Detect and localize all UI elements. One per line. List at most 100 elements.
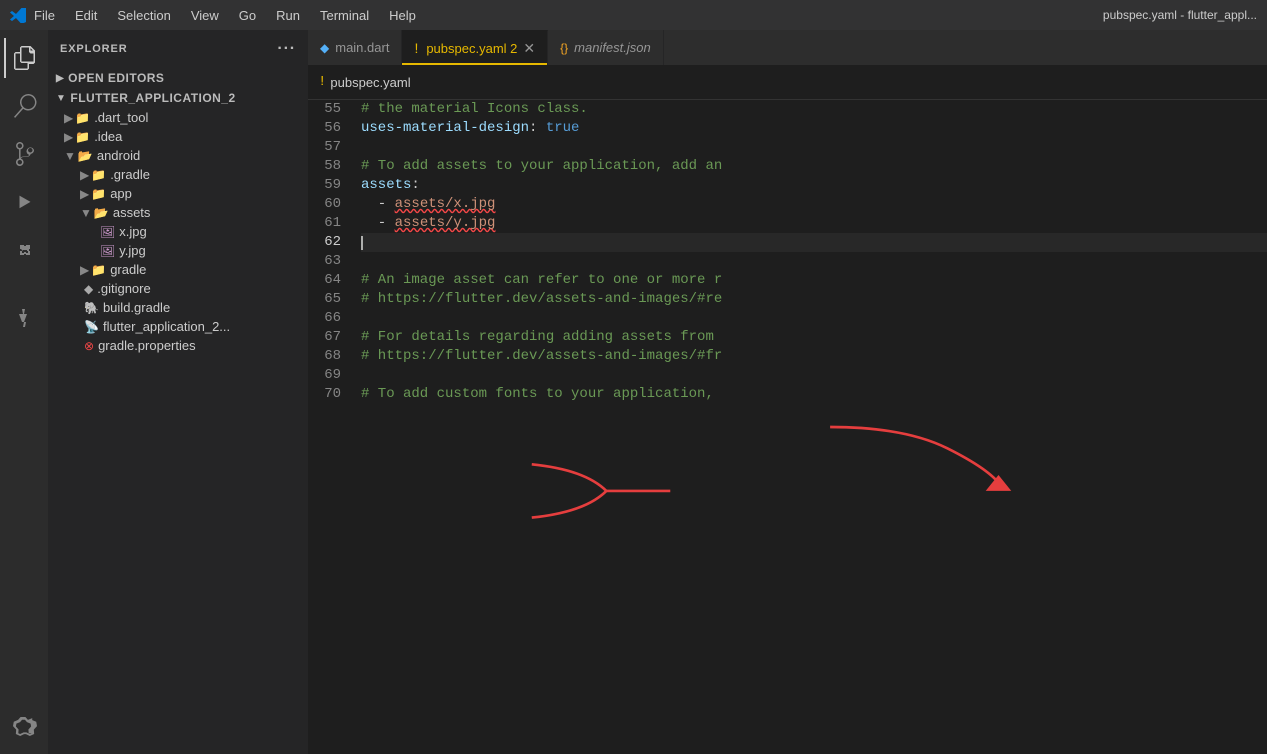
project-header[interactable]: ▼ FLUTTER_APPLICATION_2 bbox=[48, 88, 308, 108]
chevron-down-icon: ▼ bbox=[64, 149, 76, 163]
code-line-59: assets: bbox=[361, 176, 1267, 195]
cursor-62 bbox=[361, 236, 363, 250]
editor-content: 55 56 57 58 59 60 61 62 63 64 65 66 67 6… bbox=[308, 100, 1267, 754]
code-line-63 bbox=[361, 252, 1267, 271]
code-line-65: # https://flutter.dev/assets-and-images/… bbox=[361, 290, 1267, 309]
line-num-61: 61 bbox=[308, 214, 341, 233]
val-56: true bbox=[546, 119, 580, 138]
line-num-69: 69 bbox=[308, 366, 341, 385]
xjpg-label: x.jpg bbox=[119, 224, 308, 239]
chevron-right-icon: ▶ bbox=[80, 263, 89, 277]
yjpg-label: y.jpg bbox=[119, 243, 308, 258]
tab-main-dart[interactable]: ◆ main.dart bbox=[308, 30, 402, 65]
line-num-58: 58 bbox=[308, 157, 341, 176]
line-num-66: 66 bbox=[308, 309, 341, 328]
vscode-logo-icon bbox=[10, 7, 26, 23]
open-editors-header[interactable]: ▶ Open Editors bbox=[48, 68, 308, 88]
tree-item-build-gradle[interactable]: 🐘 build.gradle bbox=[48, 298, 308, 317]
chevron-right-icon: ▶ bbox=[80, 187, 89, 201]
menu-selection[interactable]: Selection bbox=[117, 8, 170, 23]
asset-xjpg: assets/x.jpg bbox=[395, 195, 496, 214]
chevron-right-icon: ▶ bbox=[64, 111, 73, 125]
tree-item-xjpg[interactable]: 🖼 x.jpg bbox=[48, 222, 308, 241]
tree-item-gradle-props[interactable]: ⊗ gradle.properties bbox=[48, 336, 308, 355]
tab-close-pubspec[interactable]: ✕ bbox=[523, 40, 535, 57]
yaml-tab-icon: ! bbox=[414, 40, 418, 56]
activity-remote[interactable] bbox=[4, 706, 44, 746]
active-tab-indicator bbox=[402, 63, 547, 65]
assets-label: assets bbox=[113, 205, 308, 220]
activity-testing[interactable] bbox=[4, 298, 44, 338]
line-num-68: 68 bbox=[308, 347, 341, 366]
tree-item-gradle-folder[interactable]: ▶ 📁 .gradle bbox=[48, 165, 308, 184]
line-num-65: 65 bbox=[308, 290, 341, 309]
line-num-59: 59 bbox=[308, 176, 341, 195]
title-bar: File Edit Selection View Go Run Terminal… bbox=[0, 0, 1267, 30]
gitignore-label: .gitignore bbox=[97, 281, 308, 296]
open-editors-chevron: ▶ bbox=[56, 73, 64, 84]
activity-search[interactable] bbox=[4, 86, 44, 126]
gradle-folder-icon: 📁 bbox=[91, 168, 106, 182]
menu-bar: File Edit Selection View Go Run Terminal… bbox=[34, 8, 416, 23]
diamond-icon: ◆ bbox=[84, 282, 93, 296]
project-section: ▼ FLUTTER_APPLICATION_2 ▶ 📁 .dart_tool ▶… bbox=[48, 88, 308, 355]
line-num-57: 57 bbox=[308, 138, 341, 157]
activity-source-control[interactable] bbox=[4, 134, 44, 174]
tab-pubspec-label: pubspec.yaml 2 bbox=[426, 41, 517, 56]
editor-wrapper: ◆ main.dart ! pubspec.yaml 2 ✕ {} manife… bbox=[308, 30, 1267, 754]
project-chevron: ▼ bbox=[56, 93, 66, 104]
open-editors-label: Open Editors bbox=[68, 71, 164, 85]
folder-icon: 📁 bbox=[75, 130, 90, 144]
tree-item-flutter-app[interactable]: 📡 flutter_application_2... bbox=[48, 317, 308, 336]
dart-tab-icon: ◆ bbox=[320, 41, 329, 55]
menu-file[interactable]: File bbox=[34, 8, 55, 23]
activity-explorer[interactable] bbox=[4, 38, 44, 78]
menu-view[interactable]: View bbox=[191, 8, 219, 23]
tree-item-dart-tool[interactable]: ▶ 📁 .dart_tool bbox=[48, 108, 308, 127]
tab-main-dart-label: main.dart bbox=[335, 40, 389, 55]
menu-terminal[interactable]: Terminal bbox=[320, 8, 369, 23]
tree-item-assets[interactable]: ▼ 📂 assets bbox=[48, 203, 308, 222]
android-folder-icon: 📂 bbox=[78, 149, 93, 163]
tabs-bar: ◆ main.dart ! pubspec.yaml 2 ✕ {} manife… bbox=[308, 30, 1267, 65]
comment-67: # For details regarding adding assets fr… bbox=[361, 328, 714, 347]
line-num-55: 55 bbox=[308, 100, 341, 119]
gradle2-folder-icon: 📁 bbox=[91, 263, 106, 277]
tree-item-app[interactable]: ▶ 📁 app bbox=[48, 184, 308, 203]
dart-tool-label: .dart_tool bbox=[94, 110, 308, 125]
code-line-66 bbox=[361, 309, 1267, 328]
menu-go[interactable]: Go bbox=[239, 8, 256, 23]
tree-item-yjpg[interactable]: 🖼 y.jpg bbox=[48, 241, 308, 260]
line-num-67: 67 bbox=[308, 328, 341, 347]
code-line-62 bbox=[361, 233, 1267, 252]
tree-item-idea[interactable]: ▶ 📁 .idea bbox=[48, 127, 308, 146]
menu-run[interactable]: Run bbox=[276, 8, 300, 23]
tree-item-gitignore[interactable]: ◆ .gitignore bbox=[48, 279, 308, 298]
tab-manifest-label: manifest.json bbox=[574, 40, 651, 55]
activity-run-debug[interactable] bbox=[4, 182, 44, 222]
activity-extensions[interactable] bbox=[4, 230, 44, 270]
line-num-70: 70 bbox=[308, 385, 341, 404]
tab-pubspec-yaml[interactable]: ! pubspec.yaml 2 ✕ bbox=[402, 30, 548, 65]
line-num-60: 60 bbox=[308, 195, 341, 214]
tab-manifest-json[interactable]: {} manifest.json bbox=[548, 30, 664, 65]
folder-icon: 📁 bbox=[75, 111, 90, 125]
menu-edit[interactable]: Edit bbox=[75, 8, 97, 23]
tree-item-gradle[interactable]: ▶ 📁 gradle bbox=[48, 260, 308, 279]
comment-68: # https://flutter.dev/assets-and-images/… bbox=[361, 347, 722, 366]
android-label: android bbox=[97, 148, 308, 163]
comment-70: # To add custom fonts to your applicatio… bbox=[361, 385, 714, 404]
comment-55: # the material Icons class. bbox=[361, 100, 588, 119]
tree-item-android[interactable]: ▼ 📂 android bbox=[48, 146, 308, 165]
sidebar: Explorer ··· ▶ Open Editors ▼ FLUTTER_AP… bbox=[48, 30, 308, 754]
line-numbers: 55 56 57 58 59 60 61 62 63 64 65 66 67 6… bbox=[308, 100, 353, 754]
gradle-props-label: gradle.properties bbox=[98, 338, 308, 353]
gradle-label: gradle bbox=[110, 262, 308, 277]
code-area[interactable]: # the material Icons class. uses-materia… bbox=[353, 100, 1267, 754]
menu-help[interactable]: Help bbox=[389, 8, 416, 23]
code-line-70: # To add custom fonts to your applicatio… bbox=[361, 385, 1267, 404]
colon-56: : bbox=[529, 119, 546, 138]
dash-61: - bbox=[361, 214, 395, 233]
assets-folder-icon: 📂 bbox=[94, 206, 109, 220]
sidebar-more-button[interactable]: ··· bbox=[277, 40, 296, 58]
